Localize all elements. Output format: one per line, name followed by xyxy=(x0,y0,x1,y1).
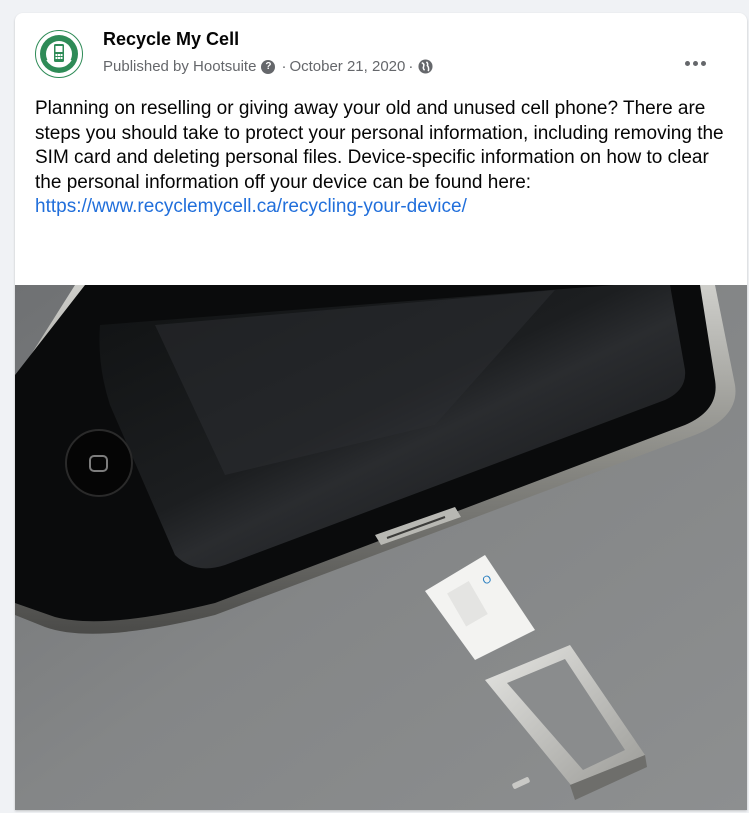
globe-icon[interactable] xyxy=(418,59,433,74)
page-avatar[interactable] xyxy=(35,30,83,78)
meta-separator: · xyxy=(281,58,287,75)
dot xyxy=(684,60,690,66)
meta-separator: · xyxy=(408,58,414,75)
post-link[interactable]: https://www.recyclemycell.ca/recycling-y… xyxy=(35,196,467,217)
published-by-text: Published by Hootsuite xyxy=(103,58,257,75)
question-icon[interactable]: ? xyxy=(261,59,276,74)
post-date-link[interactable]: October 21, 2020 xyxy=(289,58,405,75)
dot xyxy=(692,60,698,66)
post-body-text: Planning on reselling or giving away you… xyxy=(35,98,724,193)
dot xyxy=(700,60,706,66)
post-card: Recycle My Cell Published by Hootsuite ?… xyxy=(15,13,747,810)
post-photo: O xyxy=(15,285,747,810)
more-options-icon[interactable] xyxy=(677,45,713,81)
post-header: Recycle My Cell Published by Hootsuite ?… xyxy=(15,13,747,78)
post-meta: Published by Hootsuite ? · October 21, 2… xyxy=(103,58,433,75)
recycle-logo-icon xyxy=(35,30,83,78)
post-image[interactable]: O xyxy=(15,285,747,810)
post-text: Planning on reselling or giving away you… xyxy=(35,97,735,220)
page-name-link[interactable]: Recycle My Cell xyxy=(103,29,239,50)
